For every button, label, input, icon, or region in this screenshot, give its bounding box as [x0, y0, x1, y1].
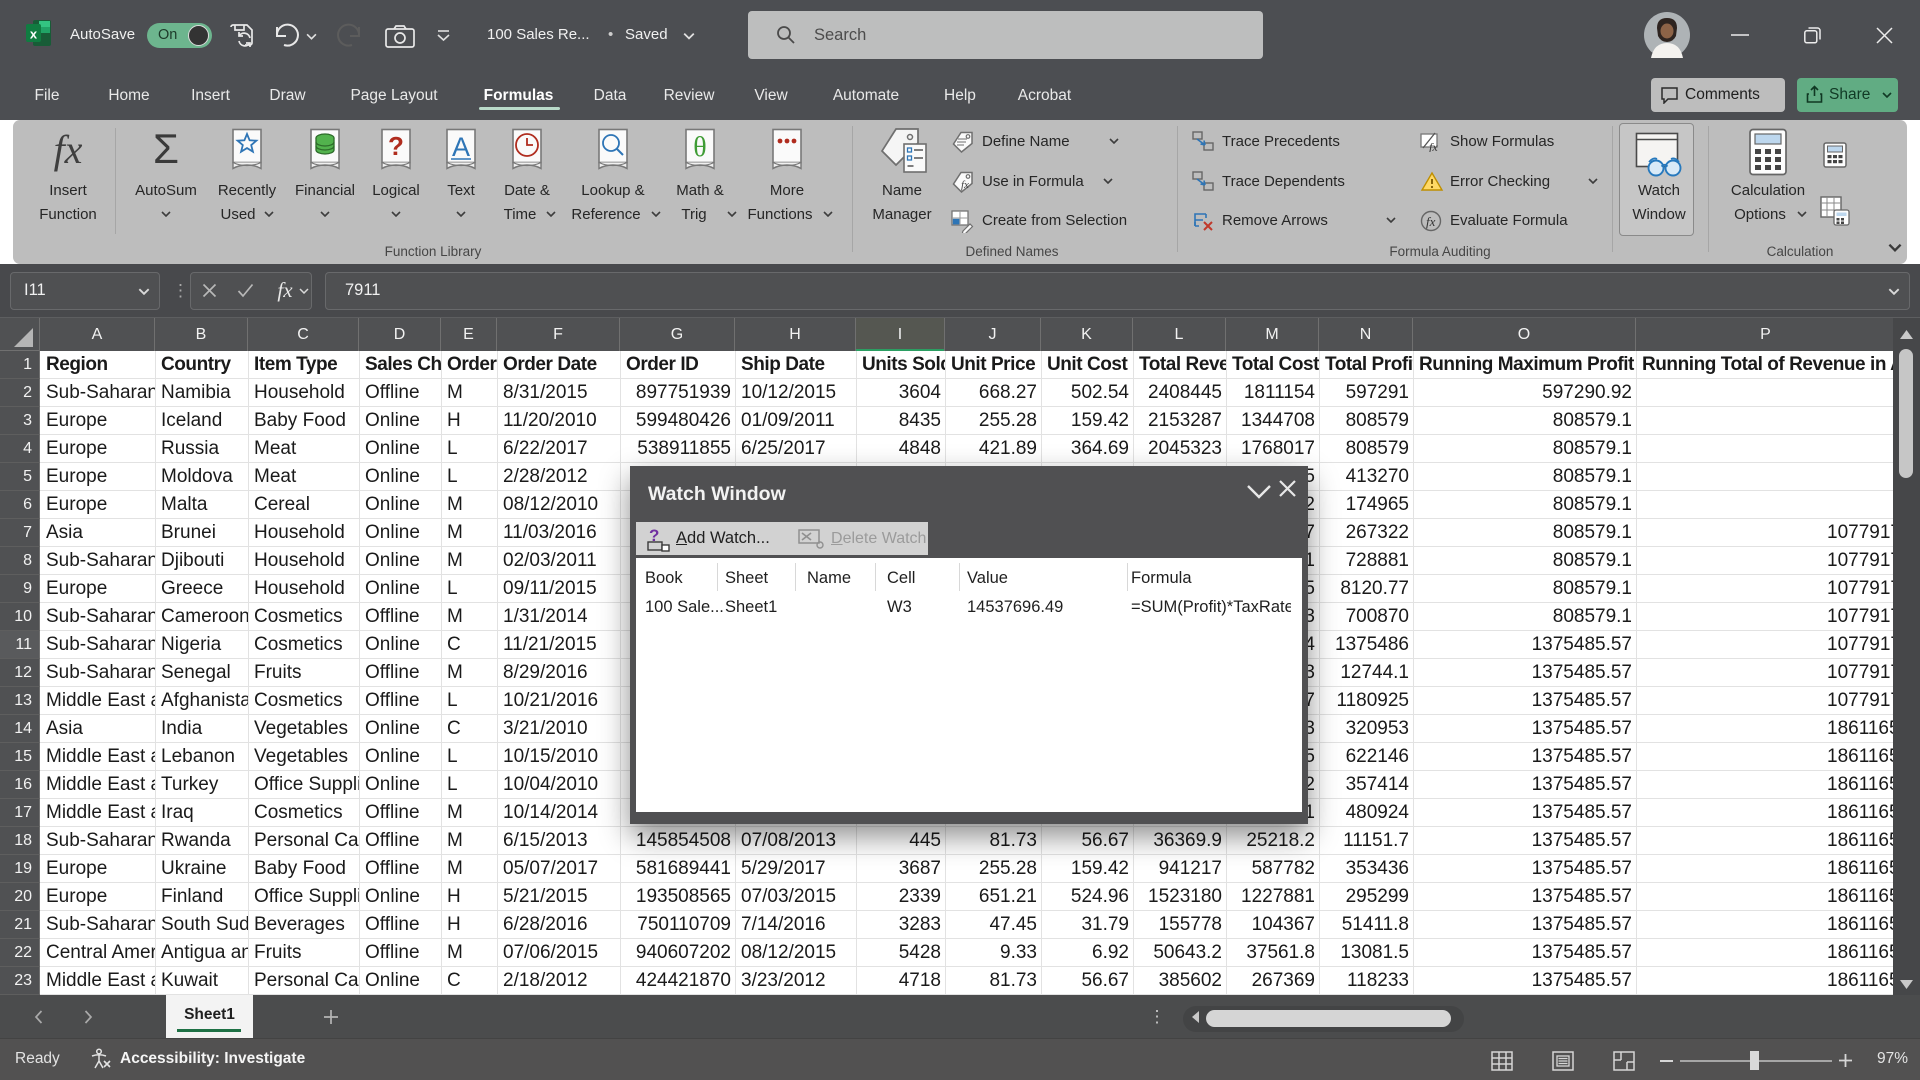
svg-text:fx: fx: [1426, 214, 1436, 229]
svg-text:x: x: [30, 27, 38, 42]
svg-text:θ: θ: [693, 132, 706, 163]
svg-text:fx: fx: [961, 179, 969, 191]
svg-text:fx: fx: [1429, 140, 1438, 152]
svg-text:?: ?: [388, 131, 404, 161]
svg-text:A: A: [452, 132, 470, 162]
